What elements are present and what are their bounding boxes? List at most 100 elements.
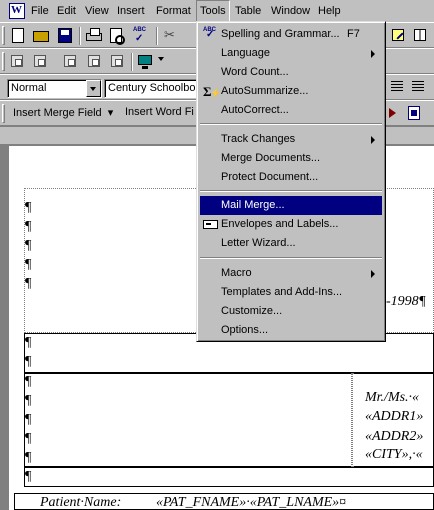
menu-item-envelopes-labels[interactable]: Envelopes and Labels... [200,215,382,234]
monitor-icon [138,55,152,69]
print-button[interactable] [85,27,103,44]
frame-icon [11,55,23,67]
save-button[interactable] [56,27,74,44]
toolbar-button-2[interactable] [32,53,50,70]
submenu-arrow-icon [371,50,375,58]
cut-button[interactable]: ✂ [161,27,179,44]
menu-item-customize[interactable]: Customize... [200,302,382,321]
columns-icon [414,29,426,41]
draw-table-button[interactable] [390,27,408,44]
toolbar-separator [79,27,81,45]
patient-name-field: «PAT_FNAME»·«PAT_LNAME»¤ [156,495,347,510]
style-dropdown[interactable]: Normal [7,79,102,98]
menu-item-label: Word Count... [221,66,289,78]
address-line: Mr./Ms.·« [365,390,420,405]
menu-item-word-count[interactable]: Word Count... [200,63,382,82]
justify-icon[interactable] [412,81,424,92]
arrow-right-icon [389,108,396,118]
address-line: «ADDR1» [365,409,424,424]
chevron-down-icon[interactable] [86,80,101,97]
pilcrow: ¶ [25,412,32,427]
print-preview-button[interactable] [108,27,126,45]
menu-help[interactable]: Help [315,0,344,22]
menu-item-label: Letter Wizard... [221,237,296,249]
open-folder-icon [33,31,49,42]
menu-edit[interactable]: Edit [54,0,79,22]
spelling-button[interactable]: ABC [132,27,150,44]
menu-item-macro[interactable]: Macro [200,264,382,283]
menu-item-letter-wizard[interactable]: Letter Wizard... [200,234,382,253]
address-line: «ADDR2» [365,429,424,444]
pilcrow: ¶ [25,431,32,446]
menu-view[interactable]: View [82,0,112,22]
mail-merge-helper-icon [408,106,420,120]
menu-item-autosummarize[interactable]: Σ AutoSummarize... [200,82,382,101]
save-disk-icon [58,28,72,43]
toolbar-button-1[interactable] [9,53,27,70]
menu-item-merge-documents[interactable]: Merge Documents... [200,149,382,168]
menu-item-label: Options... [221,324,269,336]
word-document-icon[interactable] [9,3,25,19]
toolbar-grip[interactable] [2,26,5,45]
pilcrow: ¶ [25,238,32,253]
menu-item-spelling[interactable]: ABC Spelling and Grammar... F7 [200,25,382,44]
pilcrow: ¶ [25,219,32,234]
frame-icon [64,55,76,67]
menu-file[interactable]: File [28,0,52,22]
menu-item-label: Macro [221,267,252,279]
menu-item-track-changes[interactable]: Track Changes [200,130,382,149]
submenu-arrow-icon [371,136,375,144]
new-button[interactable] [9,27,27,44]
pilcrow: ¶ [25,469,32,484]
printer-icon [86,28,102,41]
toolbar-grip[interactable] [2,104,5,123]
menu-item-label: Envelopes and Labels... [221,218,339,230]
align-right-icon[interactable] [391,81,403,92]
menu-separator [200,190,382,192]
menu-separator [200,257,382,259]
insert-word-field-label: Insert Word Fi [125,106,194,118]
menu-item-protect-document[interactable]: Protect Document... [200,168,382,187]
menu-item-label: Templates and Add-Ins... [221,286,343,298]
table-divider [351,373,353,467]
chevron-down-icon[interactable] [158,57,164,61]
insert-word-field-button[interactable]: Insert Word Fi [125,106,194,118]
insert-merge-field-button[interactable]: Insert Merge Field ▾ [13,106,113,119]
toolbar-separator [131,53,133,71]
columns-button[interactable] [412,27,430,44]
toolbar-separator [156,27,158,45]
pilcrow: ¶ [25,393,32,408]
menu-item-options[interactable]: Options... [200,321,382,340]
menu-item-label: AutoSummarize... [221,85,309,97]
menu-item-label: Merge Documents... [221,152,321,164]
mail-merge-helper-button[interactable] [406,105,424,122]
menu-item-label: Language [221,47,270,59]
menu-separator [200,123,382,125]
menu-item-language[interactable]: Language [200,44,382,63]
menu-table[interactable]: Table [232,0,264,22]
spelling-icon: ABC [133,27,146,44]
font-value: Century Schoolboo [108,82,202,94]
menu-format[interactable]: Format [153,0,194,22]
toolbar-button-4[interactable] [86,53,104,70]
spelling-icon: ABC [203,27,218,42]
menu-item-templates-addins[interactable]: Templates and Add-Ins... [200,283,382,302]
menu-tools[interactable]: Tools [196,0,230,22]
style-value: Normal [11,82,47,94]
menu-item-label: Customize... [221,305,283,317]
submenu-arrow-icon [371,270,375,278]
scissors-icon: ✂ [164,27,175,42]
insert-merge-field-label: Insert Merge Field [13,107,102,119]
next-record-button[interactable] [386,105,404,122]
toolbar-grip[interactable] [2,52,5,71]
menu-item-mail-merge[interactable]: Mail Merge... [200,196,382,215]
open-button[interactable] [32,27,50,44]
display-button[interactable] [137,53,155,70]
menu-item-label: Track Changes [221,133,296,145]
toolbar-button-3[interactable] [62,53,80,70]
menu-item-autocorrect[interactable]: AutoCorrect... [200,101,382,120]
frame-icon [111,55,123,67]
menu-window[interactable]: Window [268,0,313,22]
menu-insert[interactable]: Insert [114,0,148,22]
toolbar-button-5[interactable] [109,53,127,70]
